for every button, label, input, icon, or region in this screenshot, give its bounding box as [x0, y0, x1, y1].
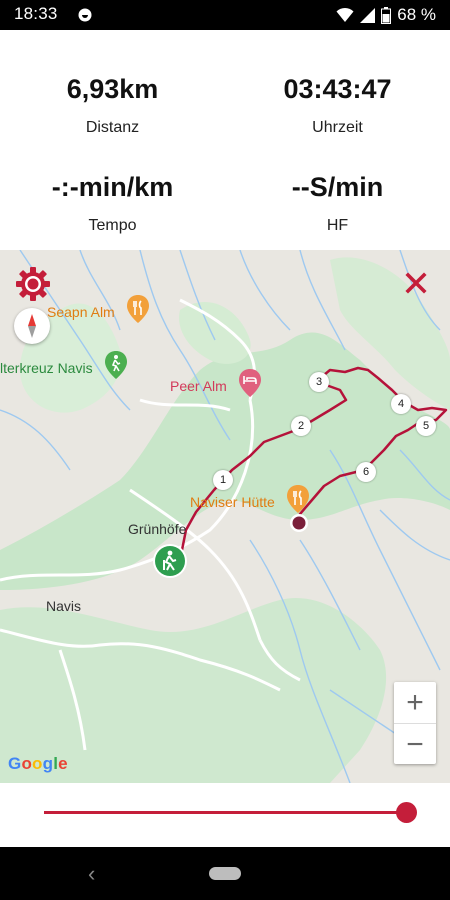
back-icon[interactable]: ‹: [88, 861, 95, 887]
slider-track[interactable]: [44, 811, 408, 814]
waypoint-marker[interactable]: 5: [416, 416, 436, 436]
waypoint-marker[interactable]: 4: [391, 394, 411, 414]
waypoint-marker[interactable]: 2: [291, 416, 311, 436]
pace-label: Tempo: [88, 217, 137, 234]
distance-value: 6,93km: [66, 74, 159, 104]
close-icon[interactable]: [405, 272, 427, 294]
gruenhoefe-label: Grünhöfe: [128, 521, 187, 537]
waypoint-marker[interactable]: 6: [356, 462, 376, 482]
gipfelkreuz-label: lterkreuz Navis: [0, 360, 93, 376]
battery-percent: 68 %: [397, 5, 436, 24]
seapn-alm-label: Seapn Alm: [47, 304, 115, 320]
restaurant-icon[interactable]: [286, 484, 310, 514]
waypoint-marker[interactable]: 3: [309, 372, 329, 392]
battery-icon: [381, 6, 392, 24]
app-notification-icon: [78, 8, 92, 22]
zoom-out-button[interactable]: −: [394, 723, 436, 765]
map-view[interactable]: Seapn Alm lterkreuz Navis Peer Alm Navis…: [0, 250, 450, 783]
peer-alm-label: Peer Alm: [170, 378, 227, 394]
heart-rate-label: HF: [326, 217, 349, 234]
pace-value: -:-min/km: [51, 172, 174, 202]
hiking-start-marker[interactable]: [152, 543, 188, 579]
heart-rate-stat: --S/min HF: [225, 172, 450, 235]
navis-label: Navis: [46, 598, 82, 614]
status-bar: 18:33 68 %: [0, 0, 450, 30]
settings-gear-icon[interactable]: [15, 266, 51, 302]
heart-rate-value: --S/min: [291, 172, 384, 202]
hotel-icon[interactable]: [238, 368, 262, 398]
home-icon[interactable]: [209, 867, 241, 880]
compass-button[interactable]: [14, 308, 50, 344]
navigation-bar: ‹: [0, 847, 450, 900]
distance-label: Distanz: [85, 119, 140, 136]
route-end-marker[interactable]: [289, 513, 309, 533]
track-progress-slider[interactable]: [0, 783, 450, 847]
time-label: Uhrzeit: [312, 119, 363, 136]
restaurant-icon[interactable]: [126, 294, 150, 324]
map-base: [0, 250, 450, 783]
zoom-control: + −: [394, 682, 436, 764]
naviser-huette-label: Naviser Hütte: [190, 494, 275, 510]
time-stat: 03:43:47 Uhrzeit: [225, 74, 450, 137]
google-logo: Google: [8, 754, 68, 773]
slider-thumb[interactable]: [396, 802, 417, 823]
time-value: 03:43:47: [283, 74, 392, 104]
pace-stat: -:-min/km Tempo: [0, 172, 225, 235]
waypoint-marker[interactable]: 1: [213, 470, 233, 490]
wifi-icon: [336, 7, 354, 22]
distance-stat: 6,93km Distanz: [0, 74, 225, 137]
stats-panel: 6,93km Distanz 03:43:47 Uhrzeit -:-min/k…: [0, 30, 450, 250]
compass-icon: [28, 314, 36, 338]
hiking-icon[interactable]: [104, 350, 128, 380]
zoom-in-button[interactable]: +: [394, 682, 436, 723]
status-time: 18:33: [14, 4, 58, 23]
signal-icon: [360, 8, 376, 23]
